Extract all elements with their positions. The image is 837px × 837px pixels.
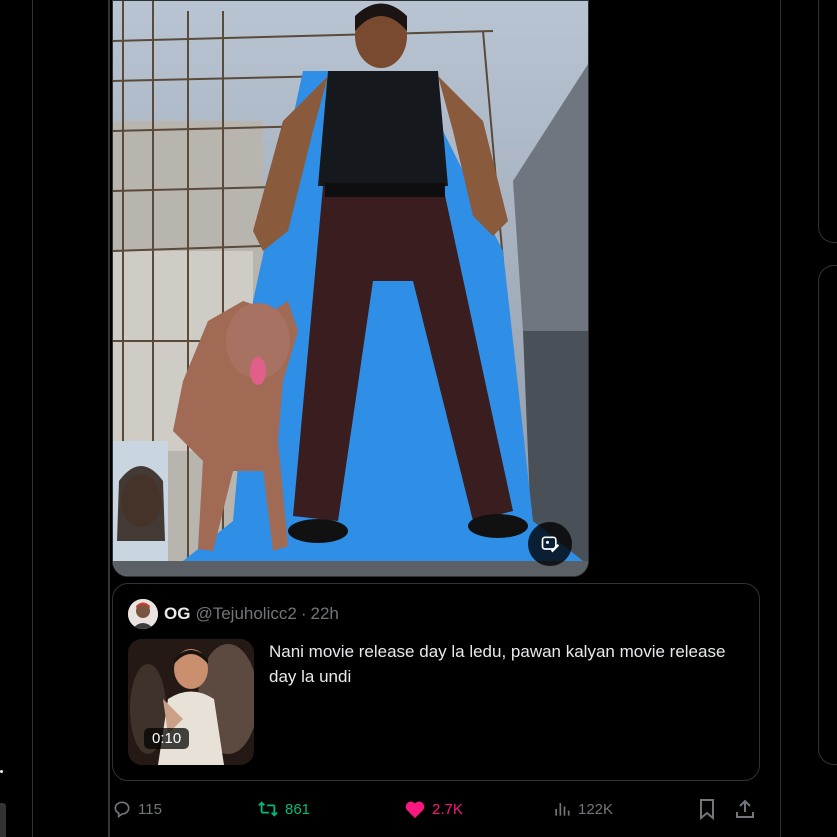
quoted-handle[interactable]: @Tejuholicc2: [195, 604, 296, 624]
quoted-tweet[interactable]: OG @Tejuholicc2 · 22h 0:10 Nani movie re…: [112, 583, 760, 781]
sidebar-card[interactable]: [818, 0, 837, 243]
quoted-tweet-text: Nani movie release day la ledu, pawan ka…: [269, 642, 726, 686]
share-icon: [736, 799, 754, 818]
reply-count: 115: [138, 800, 162, 818]
reply-icon: [114, 801, 130, 819]
views-icon: [555, 803, 570, 816]
more-dot[interactable]: [0, 770, 3, 773]
thread-connector-line: [108, 0, 110, 837]
right-sidebar: [782, 0, 837, 837]
repost-button[interactable]: 861: [257, 793, 310, 825]
avatar[interactable]: [128, 599, 158, 629]
left-rail: [0, 0, 32, 837]
tweet-media-image[interactable]: [112, 0, 589, 577]
meta-separator: ·: [300, 604, 307, 623]
billboard-photo: [113, 1, 588, 576]
video-duration-badge: 0:10: [144, 728, 190, 749]
edit-image-icon: [541, 536, 560, 553]
share-button[interactable]: [734, 793, 762, 825]
views-button[interactable]: 122K: [552, 793, 613, 825]
image-description-button[interactable]: [528, 522, 572, 566]
bookmark-button[interactable]: [697, 793, 723, 825]
repost-count: 861: [285, 800, 311, 818]
account-corner[interactable]: [0, 803, 6, 837]
sidebar-card[interactable]: [818, 265, 837, 765]
tweet-action-bar: 115 861 2.7K 122K: [112, 793, 762, 825]
like-button[interactable]: 2.7K: [404, 793, 463, 825]
quoted-timestamp[interactable]: 22h: [311, 604, 339, 624]
reply-button[interactable]: 115: [112, 793, 162, 825]
quoted-display-name[interactable]: OG: [164, 604, 190, 624]
like-icon: [405, 801, 425, 819]
like-count: 2.7K: [432, 800, 463, 818]
quoted-video-thumbnail[interactable]: 0:10: [128, 639, 254, 765]
avatar-image: [128, 599, 158, 629]
repost-icon: [258, 801, 278, 817]
quoted-tweet-header: OG @Tejuholicc2 · 22h: [128, 599, 339, 629]
view-count: 122K: [578, 800, 614, 818]
bookmark-icon: [700, 799, 714, 820]
